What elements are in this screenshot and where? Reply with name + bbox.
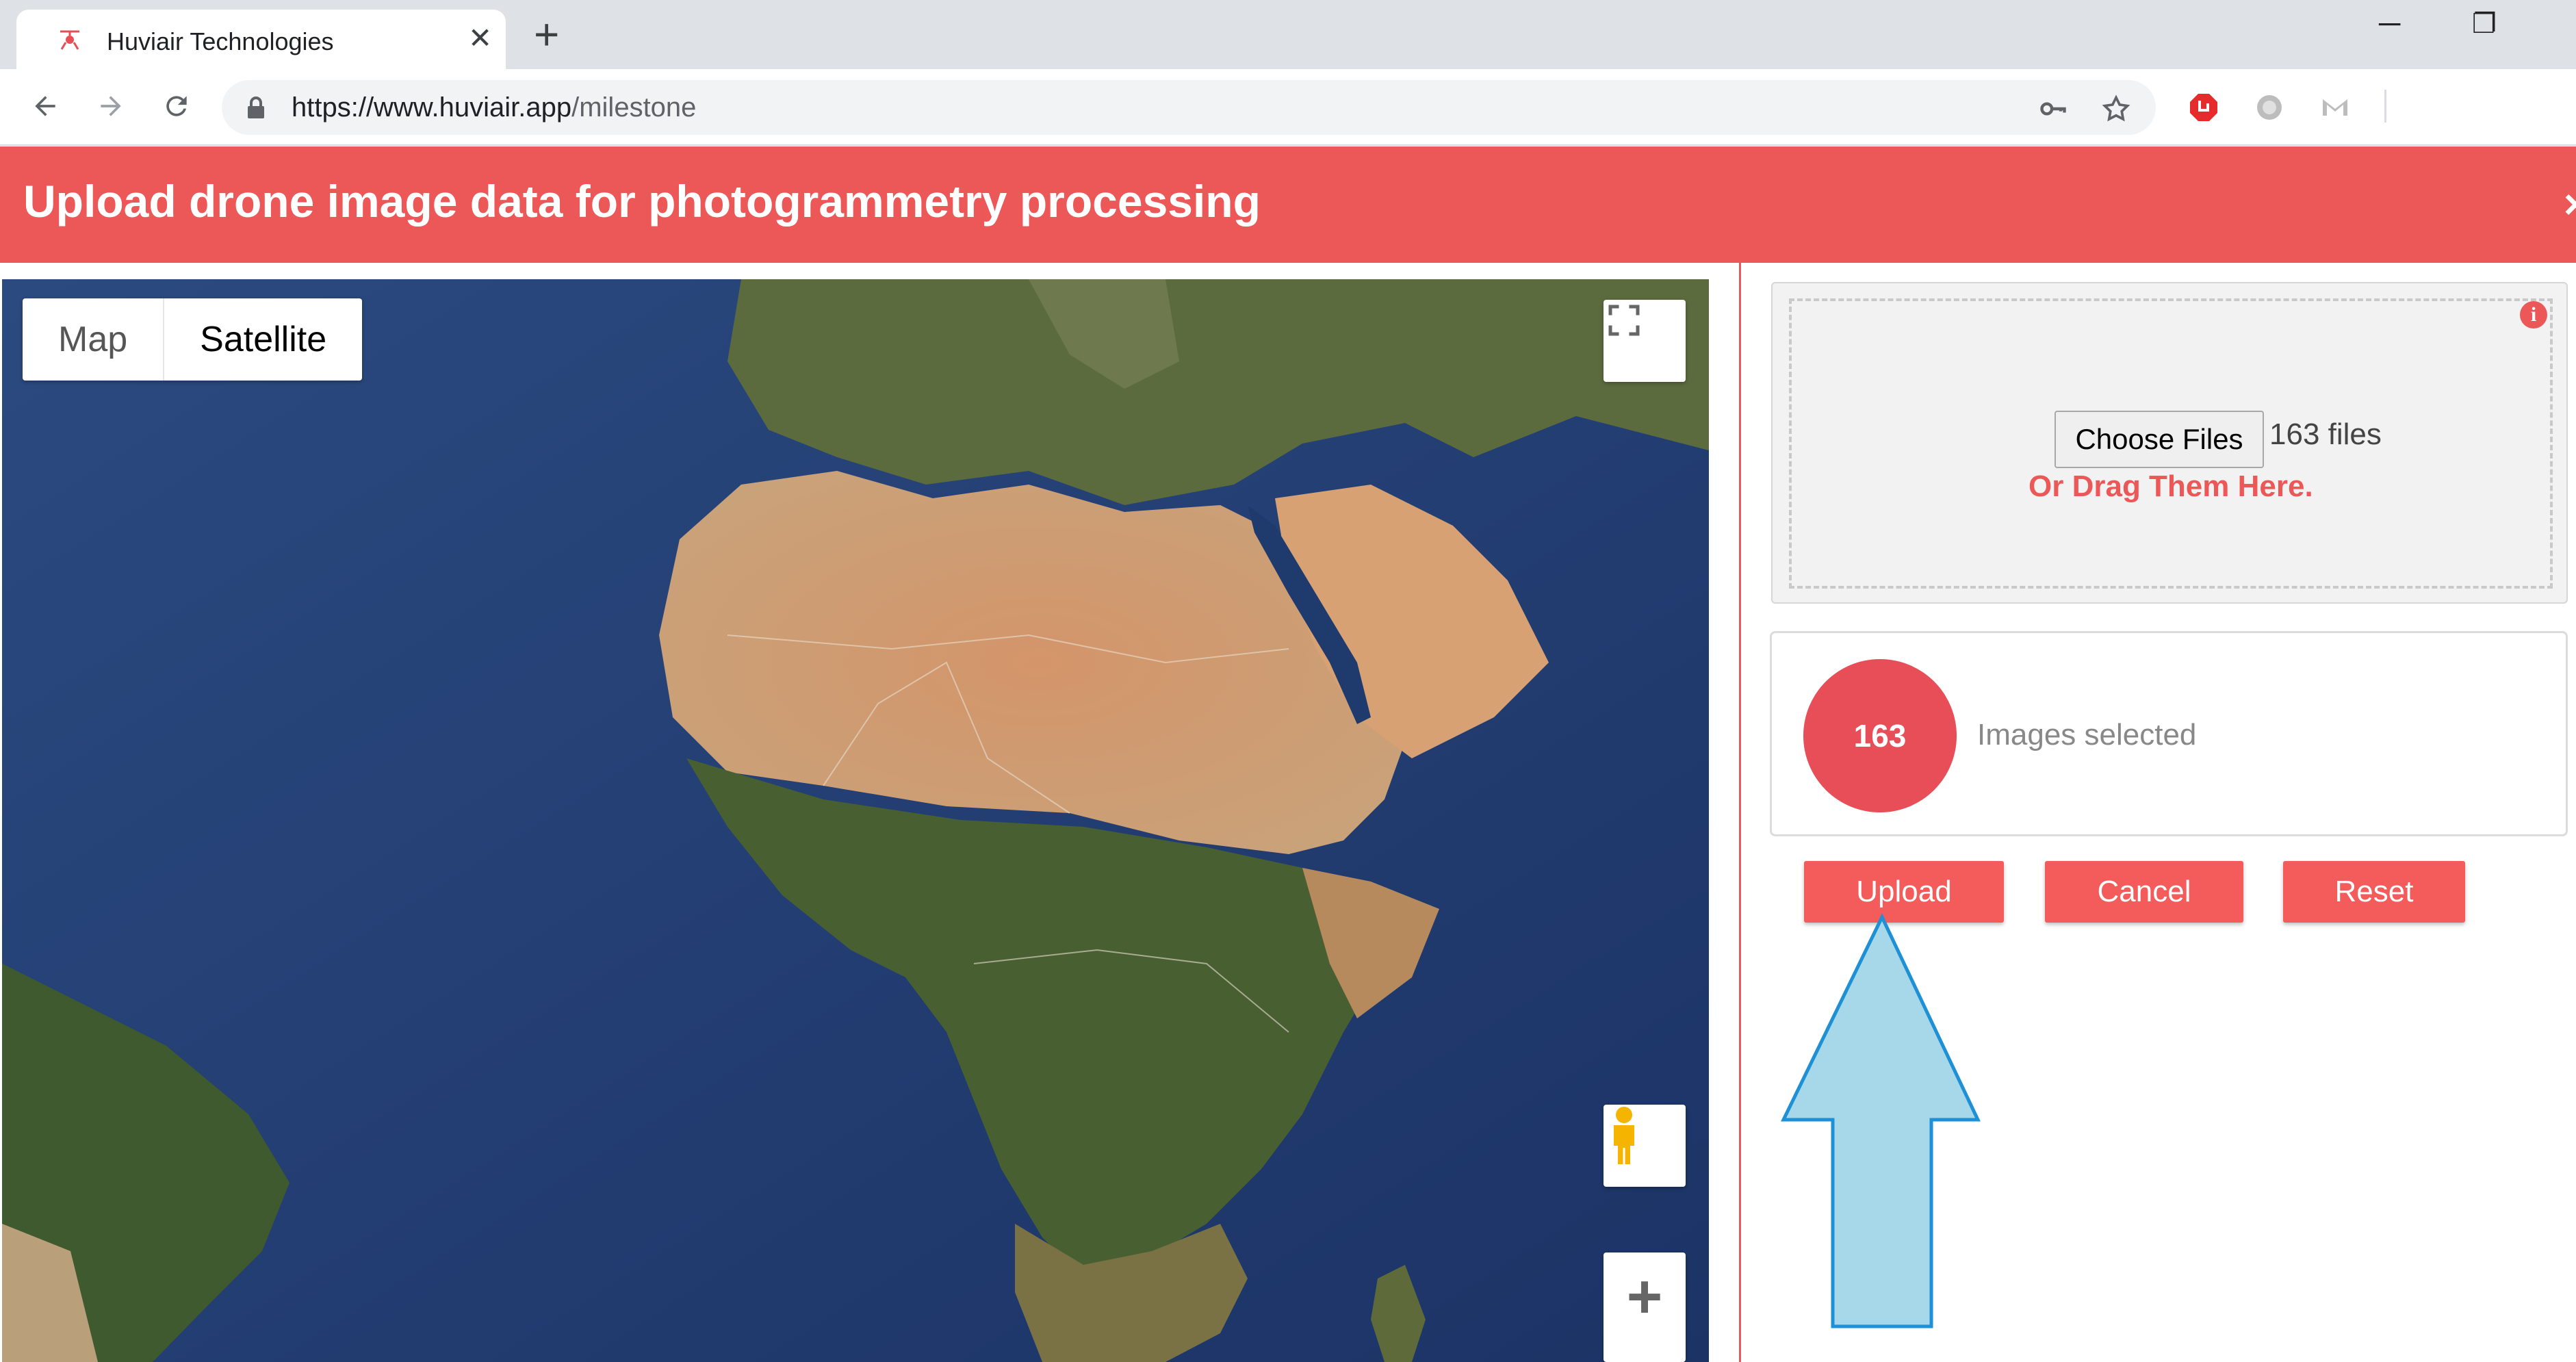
address-bar[interactable]: https://www.huviair.app/milestone xyxy=(222,80,2156,135)
info-icon[interactable]: i xyxy=(2520,301,2547,329)
new-tab-button[interactable]: + xyxy=(534,11,559,57)
forward-arrow-icon xyxy=(101,96,121,116)
upload-dialog-header: Upload drone image data for photogrammet… xyxy=(0,146,2576,263)
restore-icon[interactable]: ❐ xyxy=(2472,8,2497,40)
browser-toolbar: https://www.huviair.app/milestone xyxy=(0,69,2576,146)
map-type-satellite-button[interactable]: Satellite xyxy=(164,298,362,381)
cancel-button[interactable]: Cancel xyxy=(2045,861,2243,923)
key-icon[interactable] xyxy=(2038,94,2068,124)
pegman-icon xyxy=(1614,1107,1634,1164)
drone-favicon-icon xyxy=(60,30,79,50)
page-title: Upload drone image data for photogrammet… xyxy=(23,176,1261,227)
reload-button[interactable] xyxy=(156,86,197,127)
circle-extension-icon[interactable] xyxy=(2253,91,2286,124)
url-text: https://www.huviair.app/milestone xyxy=(292,92,697,123)
images-selected-card: 163 Images selected xyxy=(1770,631,2568,836)
image-count-badge: 163 xyxy=(1803,659,1957,812)
minimize-icon[interactable]: ─ xyxy=(2379,7,2400,41)
images-selected-label: Images selected xyxy=(1977,718,2197,751)
choose-files-button[interactable]: Choose Files xyxy=(2055,411,2264,468)
satellite-map[interactable]: Map Satellite + xyxy=(2,279,1709,1362)
up-arrow-annotation-icon xyxy=(1781,913,1981,1328)
mail-extension-icon[interactable] xyxy=(2319,91,2352,124)
adblock-extension-icon[interactable] xyxy=(2187,91,2220,124)
back-button[interactable] xyxy=(25,86,66,127)
panel-divider xyxy=(1739,263,1741,1362)
toolbar-separator xyxy=(2384,90,2386,123)
zoom-in-button[interactable]: + xyxy=(1627,1266,1663,1328)
back-arrow-icon xyxy=(35,96,55,116)
selected-files-status: 163 files xyxy=(2269,417,2382,451)
lock-icon xyxy=(248,97,264,118)
dialog-close-icon[interactable]: × xyxy=(2564,181,2576,228)
reload-icon xyxy=(166,96,187,116)
reset-button[interactable]: Reset xyxy=(2283,861,2465,923)
forward-button[interactable] xyxy=(90,86,131,127)
map-type-map-button[interactable]: Map xyxy=(23,298,165,381)
tab-close-icon[interactable]: ✕ xyxy=(468,22,492,55)
map-imagery xyxy=(2,279,1709,1362)
fullscreen-icon xyxy=(1608,305,1640,336)
tab-title: Huviair Technologies xyxy=(107,27,334,55)
browser-tabstrip: Huviair Technologies ✕ + ─ ❐ xyxy=(0,0,2576,69)
drag-hint: Or Drag Them Here. xyxy=(2028,470,2313,503)
browser-tab[interactable]: Huviair Technologies ✕ xyxy=(16,10,506,69)
street-view-pegman[interactable] xyxy=(1603,1105,1686,1187)
star-icon[interactable] xyxy=(2101,94,2131,124)
file-dropzone[interactable]: i Choose Files 163 files Or Drag Them He… xyxy=(1771,282,2568,604)
fullscreen-button[interactable] xyxy=(1603,300,1686,382)
map-type-control: Map Satellite xyxy=(23,298,363,381)
zoom-control: + xyxy=(1603,1252,1686,1362)
